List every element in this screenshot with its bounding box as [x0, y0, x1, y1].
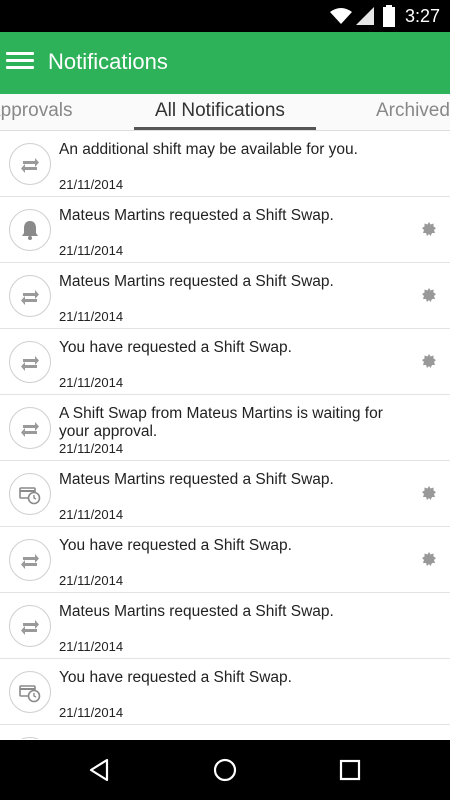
notification-type-icon	[9, 341, 51, 383]
notification-message: Mateus Martins requested a Shift Swap.	[59, 207, 334, 224]
swap-arrows-icon	[21, 422, 39, 437]
app-bar: Notifications	[0, 32, 450, 94]
swap-arrows-icon	[21, 620, 39, 635]
notification-date: 21/11/2014	[59, 309, 124, 324]
notification-type-icon	[9, 209, 51, 251]
list-item[interactable]: An additional shift may be available for…	[0, 131, 450, 197]
notification-type-icon	[9, 671, 51, 713]
card-clock-icon	[19, 487, 41, 505]
notification-message: A Shift Swap from Mateus Martins is wait…	[59, 405, 383, 440]
tab-bar: Approvals All Notifications Archived	[0, 94, 450, 131]
swap-arrows-icon	[21, 290, 39, 305]
list-item[interactable]: Mateus Martins requested a Shift Swap. 2…	[0, 461, 450, 527]
active-tab-indicator	[134, 127, 316, 130]
notification-date: 21/11/2014	[59, 177, 124, 192]
swap-arrows-icon	[21, 356, 39, 371]
notification-list[interactable]: An additional shift may be available for…	[0, 131, 450, 739]
notification-date: 21/11/2014	[59, 573, 124, 588]
notification-date: 21/11/2014	[59, 705, 124, 720]
tab-all-notifications[interactable]: All Notifications	[155, 100, 285, 122]
list-item[interactable]: Mateus Martins requested a Shift Swap. 2…	[0, 593, 450, 659]
notification-date: 21/11/2014	[59, 243, 124, 258]
unread-badge-icon	[422, 552, 436, 566]
back-icon[interactable]	[85, 755, 115, 785]
notification-type-icon	[9, 275, 51, 317]
notification-type-icon	[9, 473, 51, 515]
status-bar: 3:27	[0, 0, 450, 32]
notification-type-icon	[9, 605, 51, 647]
unread-badge-icon	[422, 222, 436, 236]
unread-badge-icon	[422, 288, 436, 302]
list-item[interactable]: You have requested a Shift Swap. 21/11/2…	[0, 527, 450, 593]
notification-date: 21/11/2014	[59, 639, 124, 654]
swap-arrows-icon	[21, 158, 39, 173]
notification-message: You have requested a Shift Swap.	[59, 669, 292, 686]
list-item[interactable]: You have requested a Shift Swap. 21/11/2…	[0, 329, 450, 395]
card-clock-icon	[19, 685, 41, 703]
home-icon[interactable]	[210, 755, 240, 785]
unread-badge-icon	[422, 354, 436, 368]
bell-icon	[22, 221, 38, 240]
notification-date: 21/11/2014	[59, 441, 124, 456]
notification-date: 21/11/2014	[59, 375, 124, 390]
page-title: Notifications	[48, 49, 168, 74]
notification-message: An additional shift may be available for…	[59, 141, 358, 158]
swap-arrows-icon	[21, 554, 39, 569]
notification-message: Mateus Martins requested a Shift Swap.	[59, 603, 334, 620]
wifi-icon	[330, 8, 352, 24]
notification-message: Mateus Martins requested a Shift Swap.	[59, 273, 334, 290]
hamburger-menu-icon[interactable]	[6, 48, 34, 76]
list-item-partial[interactable]	[0, 725, 450, 739]
recent-apps-icon[interactable]	[335, 755, 365, 785]
notification-type-icon	[9, 407, 51, 449]
tab-archived[interactable]: Archived	[376, 100, 450, 122]
list-item[interactable]: Mateus Martins requested a Shift Swap. 2…	[0, 197, 450, 263]
list-item[interactable]: You have requested a Shift Swap. 21/11/2…	[0, 659, 450, 725]
notification-message: You have requested a Shift Swap.	[59, 537, 292, 554]
notification-message: Mateus Martins requested a Shift Swap.	[59, 471, 334, 488]
list-item[interactable]: A Shift Swap from Mateus Martins is wait…	[0, 395, 450, 461]
system-nav-bar	[0, 740, 450, 800]
unread-badge-icon	[422, 486, 436, 500]
list-item[interactable]: Mateus Martins requested a Shift Swap. 2…	[0, 263, 450, 329]
notification-date: 21/11/2014	[59, 507, 124, 522]
cell-signal-icon	[356, 7, 374, 25]
notification-type-icon	[9, 143, 51, 185]
battery-icon	[383, 5, 395, 27]
notification-type-icon	[9, 539, 51, 581]
clock-time: 3:27	[404, 6, 440, 26]
tab-approvals[interactable]: Approvals	[0, 100, 73, 122]
notification-message: You have requested a Shift Swap.	[59, 339, 292, 356]
notification-type-icon	[9, 737, 51, 739]
